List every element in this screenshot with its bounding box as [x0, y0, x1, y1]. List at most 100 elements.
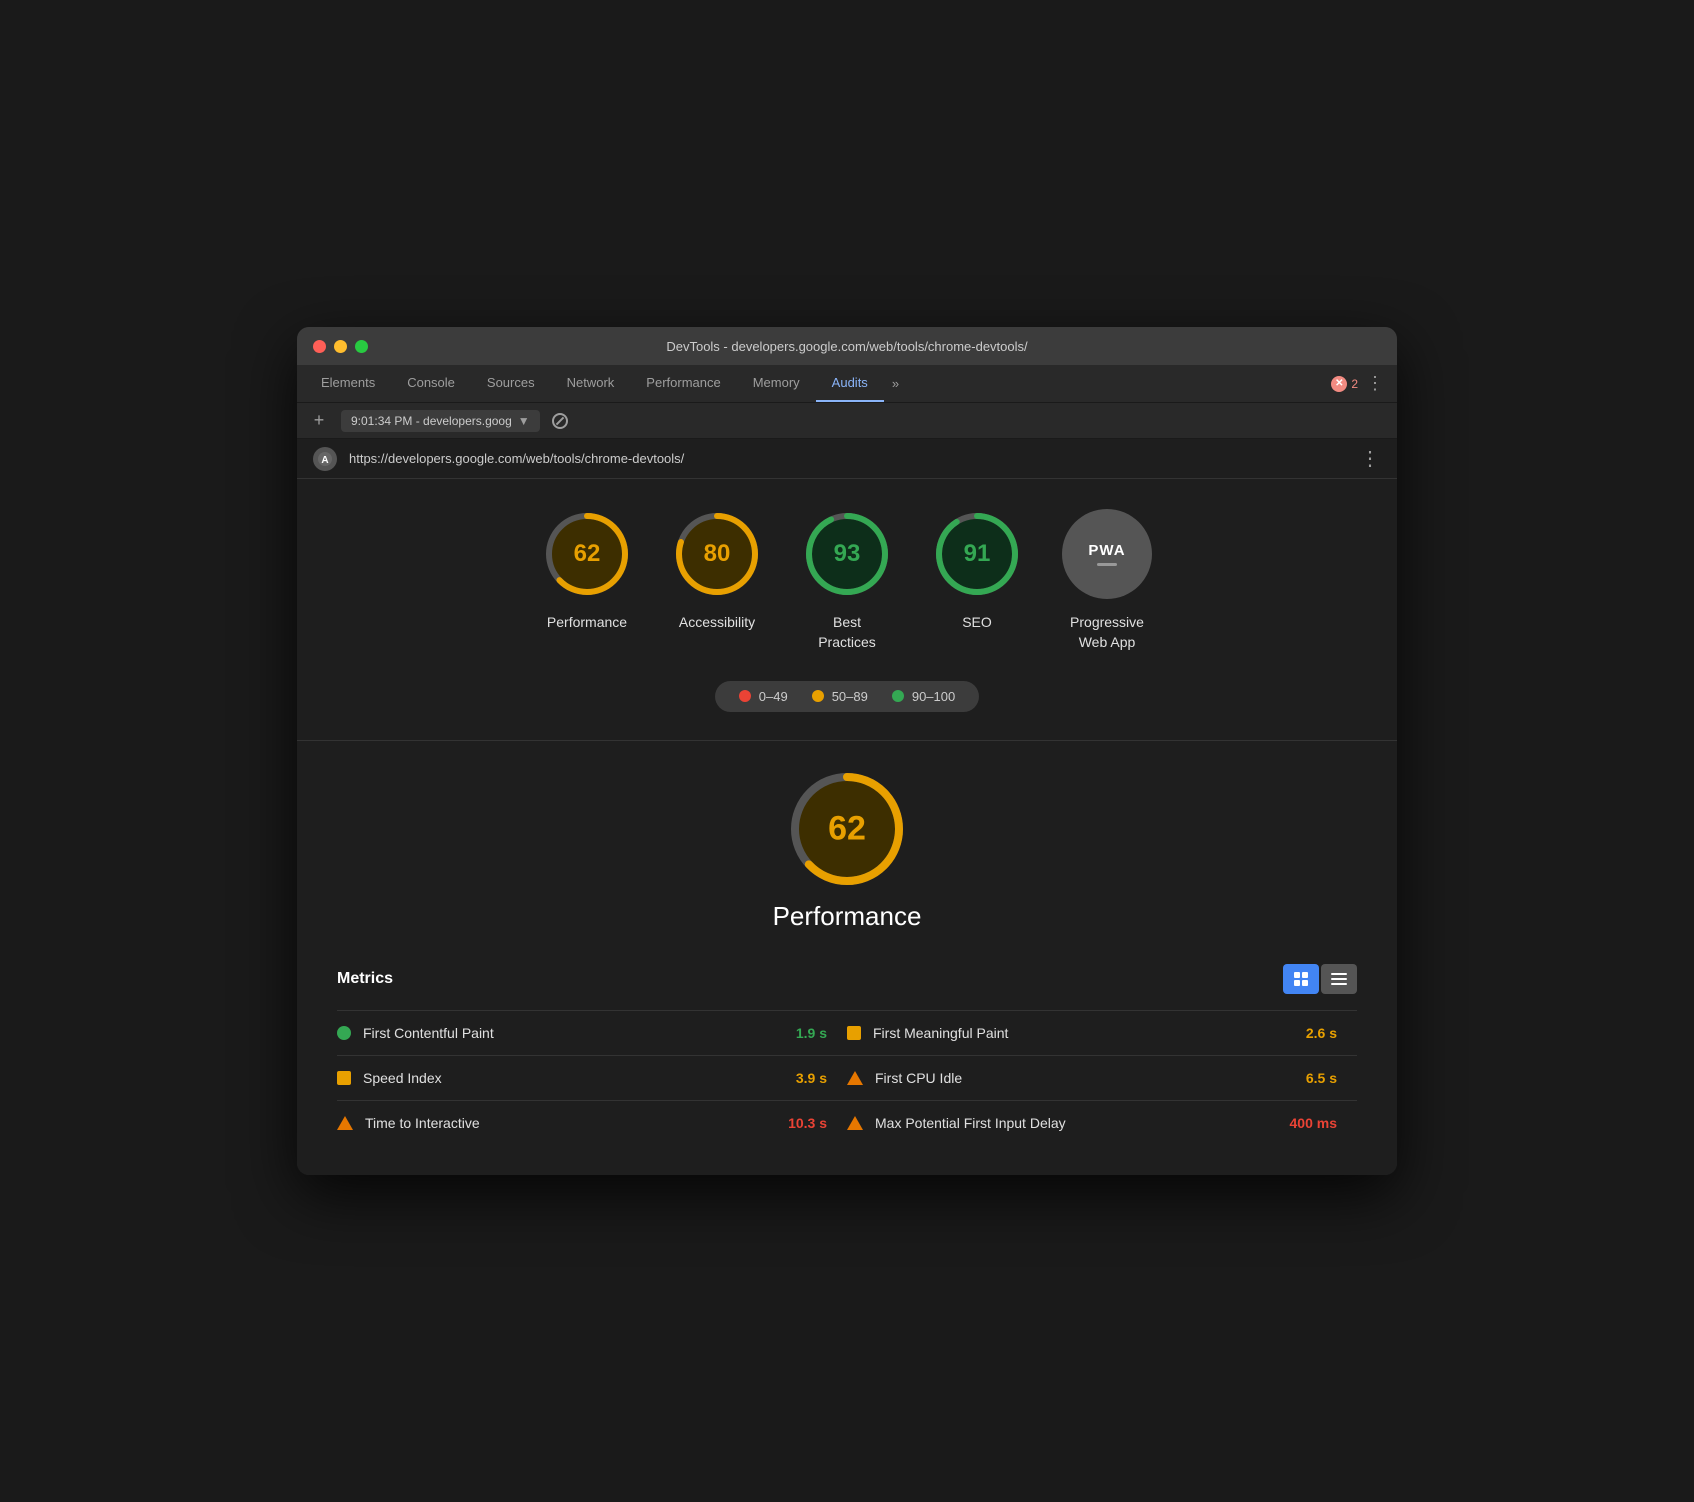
inspector-more-button[interactable]: ⋮ — [1360, 446, 1381, 471]
legend-item-red: 0–49 — [739, 689, 788, 704]
gauge-seo: 91 — [932, 509, 1022, 599]
metric-cell-fci: First CPU Idle 6.5 s — [847, 1070, 1357, 1086]
fid-value: 400 ms — [1290, 1115, 1357, 1131]
grid-icon — [1294, 972, 1308, 986]
score-value-accessibility: 80 — [704, 540, 731, 568]
legend-dot-orange — [812, 690, 824, 702]
score-label-best-practices: BestPractices — [818, 613, 876, 652]
metrics-section: Metrics — [337, 964, 1357, 1145]
legend-bar: 0–49 50–89 90–100 — [337, 681, 1357, 712]
metric-cell-fmp: First Meaningful Paint 2.6 s — [847, 1025, 1357, 1041]
tti-value: 10.3 s — [788, 1115, 847, 1131]
window-title: DevTools - developers.google.com/web/too… — [666, 339, 1027, 354]
gauge-accessibility: 80 — [672, 509, 762, 599]
pwa-label: PWA — [1088, 542, 1125, 559]
close-button[interactable] — [313, 340, 326, 353]
fci-name: First CPU Idle — [875, 1070, 962, 1086]
legend-dot-red — [739, 690, 751, 702]
metrics-header: Metrics — [337, 964, 1357, 994]
title-bar: DevTools - developers.google.com/web/too… — [297, 327, 1397, 365]
tab-right-controls: ✕ 2 ⋮ — [1331, 365, 1397, 402]
tab-elements[interactable]: Elements — [305, 365, 391, 402]
perf-detail-gauge: 62 — [787, 769, 907, 889]
inspector-url: https://developers.google.com/web/tools/… — [349, 451, 684, 466]
tab-performance[interactable]: Performance — [630, 365, 736, 402]
tab-memory[interactable]: Memory — [737, 365, 816, 402]
score-card-accessibility[interactable]: 80 Accessibility — [672, 509, 762, 652]
error-badge[interactable]: ✕ 2 — [1331, 376, 1358, 392]
toggle-list-view[interactable] — [1321, 964, 1357, 994]
score-card-seo[interactable]: 91 SEO — [932, 509, 1022, 652]
score-label-performance: Performance — [547, 613, 627, 633]
legend-inner: 0–49 50–89 90–100 — [715, 681, 979, 712]
view-toggle — [1283, 964, 1357, 994]
pwa-circle: PWA — [1062, 509, 1152, 599]
tab-console[interactable]: Console — [391, 365, 471, 402]
gauge-best-practices: 93 — [802, 509, 892, 599]
performance-detail-section: 62 Performance — [337, 769, 1357, 932]
svg-text:A: A — [321, 455, 328, 466]
metrics-table: First Contentful Paint 1.9 s First Meani… — [337, 1010, 1357, 1145]
metric-cell-tti: Time to Interactive 10.3 s — [337, 1115, 847, 1131]
score-card-performance[interactable]: 62 Performance — [542, 509, 632, 652]
perf-detail-score: 62 — [828, 809, 866, 848]
score-value-performance: 62 — [574, 540, 601, 568]
inspector-bar: A https://developers.google.com/web/tool… — [297, 439, 1397, 479]
devtools-tab-bar: Elements Console Sources Network Perform… — [297, 365, 1397, 403]
score-label-accessibility: Accessibility — [679, 613, 755, 633]
browser-window: DevTools - developers.google.com/web/too… — [297, 327, 1397, 1174]
metric-cell-si: Speed Index 3.9 s — [337, 1070, 847, 1086]
legend-range-orange: 50–89 — [832, 689, 868, 704]
si-icon — [337, 1071, 351, 1085]
tti-icon — [337, 1116, 353, 1130]
tti-name: Time to Interactive — [365, 1115, 480, 1131]
score-value-seo: 91 — [964, 540, 991, 568]
fmp-icon — [847, 1026, 861, 1040]
gauge-performance: 62 — [542, 509, 632, 599]
tab-sources[interactable]: Sources — [471, 365, 551, 402]
fcp-name: First Contentful Paint — [363, 1025, 494, 1041]
score-card-best-practices[interactable]: 93 BestPractices — [802, 509, 892, 652]
toggle-grid-view[interactable] — [1283, 964, 1319, 994]
pwa-dash-icon — [1097, 563, 1117, 566]
error-icon: ✕ — [1331, 376, 1347, 392]
fid-name: Max Potential First Input Delay — [875, 1115, 1066, 1131]
new-tab-button[interactable]: + — [309, 410, 329, 431]
score-cards-row: 62 Performance 80 Accessibility — [337, 509, 1357, 652]
list-icon — [1331, 973, 1347, 985]
tab-network[interactable]: Network — [551, 365, 631, 402]
error-count: 2 — [1351, 377, 1358, 391]
metric-cell-fid: Max Potential First Input Delay 400 ms — [847, 1115, 1357, 1131]
fmp-value: 2.6 s — [1306, 1025, 1357, 1041]
session-arrow-icon: ▼ — [518, 414, 530, 428]
score-card-pwa[interactable]: PWA ProgressiveWeb App — [1062, 509, 1152, 652]
fci-icon — [847, 1071, 863, 1085]
session-label: 9:01:34 PM - developers.goog — [351, 414, 512, 428]
section-divider — [297, 740, 1397, 741]
metric-row-2: Speed Index 3.9 s First CPU Idle 6.5 s — [337, 1055, 1357, 1100]
lighthouse-icon: A — [313, 447, 337, 471]
metric-row-1: First Contentful Paint 1.9 s First Meani… — [337, 1010, 1357, 1055]
more-options-button[interactable]: ⋮ — [1366, 373, 1385, 394]
block-icon[interactable] — [552, 413, 568, 429]
fcp-icon — [337, 1026, 351, 1040]
legend-dot-green — [892, 690, 904, 702]
perf-detail-title: Performance — [773, 901, 922, 932]
session-tag[interactable]: 9:01:34 PM - developers.goog ▼ — [341, 410, 540, 432]
metric-cell-fcp: First Contentful Paint 1.9 s — [337, 1025, 847, 1041]
tab-more-button[interactable]: » — [884, 365, 907, 402]
score-label-pwa: ProgressiveWeb App — [1070, 613, 1144, 652]
legend-range-green: 90–100 — [912, 689, 955, 704]
tab-audits[interactable]: Audits — [816, 365, 884, 402]
address-row: + 9:01:34 PM - developers.goog ▼ — [297, 403, 1397, 439]
metric-row-3: Time to Interactive 10.3 s Max Potential… — [337, 1100, 1357, 1145]
legend-item-orange: 50–89 — [812, 689, 868, 704]
minimize-button[interactable] — [334, 340, 347, 353]
metrics-title: Metrics — [337, 970, 393, 988]
legend-item-green: 90–100 — [892, 689, 955, 704]
main-content: 62 Performance 80 Accessibility — [297, 479, 1397, 1174]
si-name: Speed Index — [363, 1070, 442, 1086]
score-label-seo: SEO — [962, 613, 992, 633]
maximize-button[interactable] — [355, 340, 368, 353]
fmp-name: First Meaningful Paint — [873, 1025, 1008, 1041]
